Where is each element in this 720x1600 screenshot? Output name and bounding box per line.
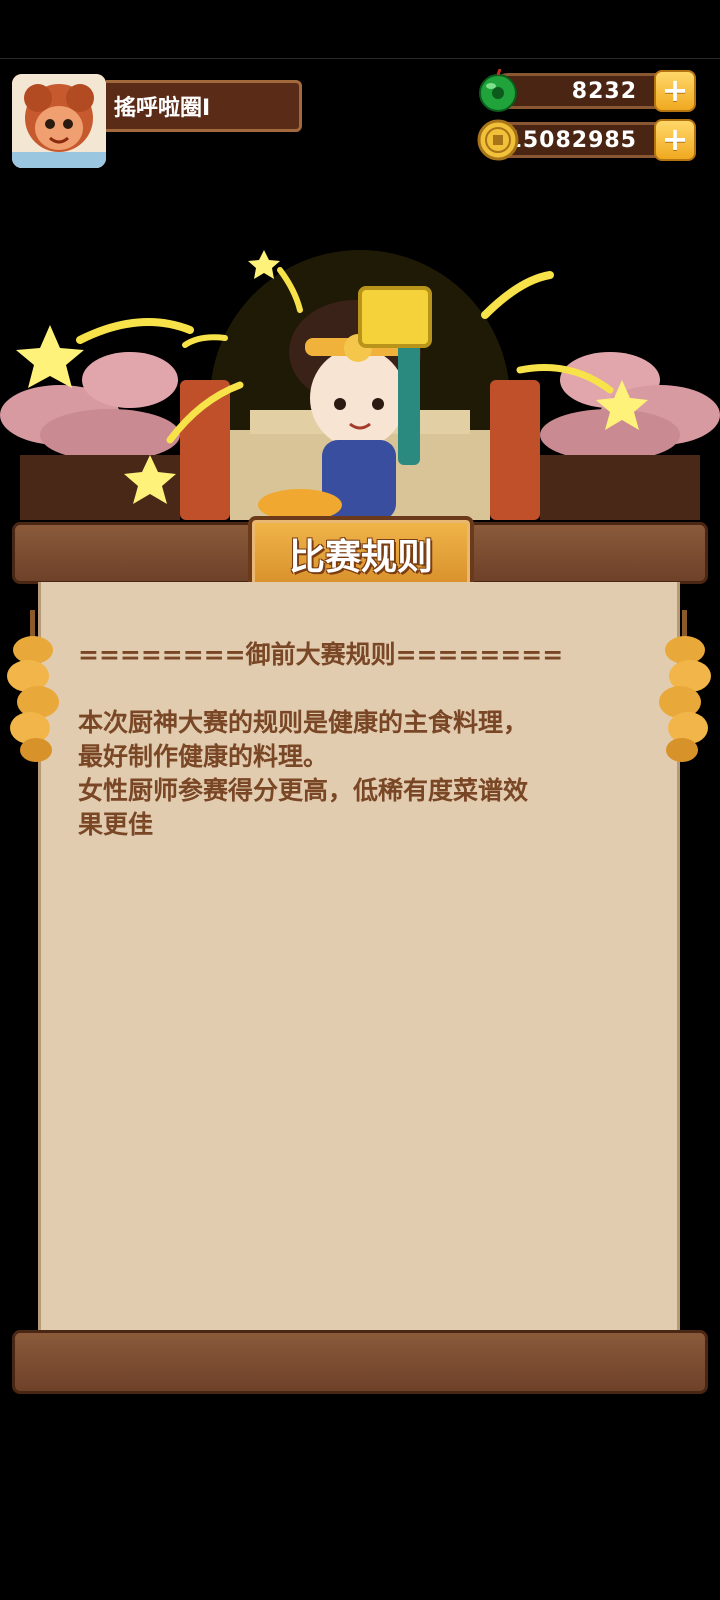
rules-line: 果更佳 [78, 810, 154, 839]
player-name-plate: 搖呼啦圈I [106, 80, 302, 132]
chef-avatar-icon [12, 74, 106, 168]
player-name: 搖呼啦圈I [114, 96, 211, 121]
coin-icon [477, 119, 519, 161]
rules-line: 最好制作健康的料理。 [78, 742, 329, 771]
rules-line: 女性厨师参赛得分更高，低稀有度菜谱效 [78, 776, 529, 805]
jade-icon [479, 69, 517, 112]
jade-value: 8232 [571, 78, 637, 104]
palace-scene-illustration [0, 250, 720, 540]
corn-decoration-left [7, 610, 59, 762]
scroll-bottom-rod [12, 1330, 708, 1394]
corn-decoration-right [659, 610, 711, 762]
panel-title: 比赛规则 [288, 537, 433, 578]
rules-heading: ========御前大赛规则======== [78, 640, 564, 669]
add-coin-button[interactable]: + [654, 119, 696, 161]
rules-spacer [78, 672, 638, 706]
coin-value: 15082985 [506, 127, 637, 153]
rules-text: ========御前大赛规则======== 本次厨神大赛的规则是健康的主食料理… [78, 638, 638, 842]
blossom-tree-left [0, 352, 180, 461]
add-jade-button[interactable]: + [654, 70, 696, 112]
top-divider [0, 58, 720, 59]
rules-line: 本次厨神大赛的规则是健康的主食料理， [78, 708, 529, 737]
avatar[interactable] [12, 74, 106, 168]
panel-title-plate: 比赛规则 [248, 516, 474, 592]
